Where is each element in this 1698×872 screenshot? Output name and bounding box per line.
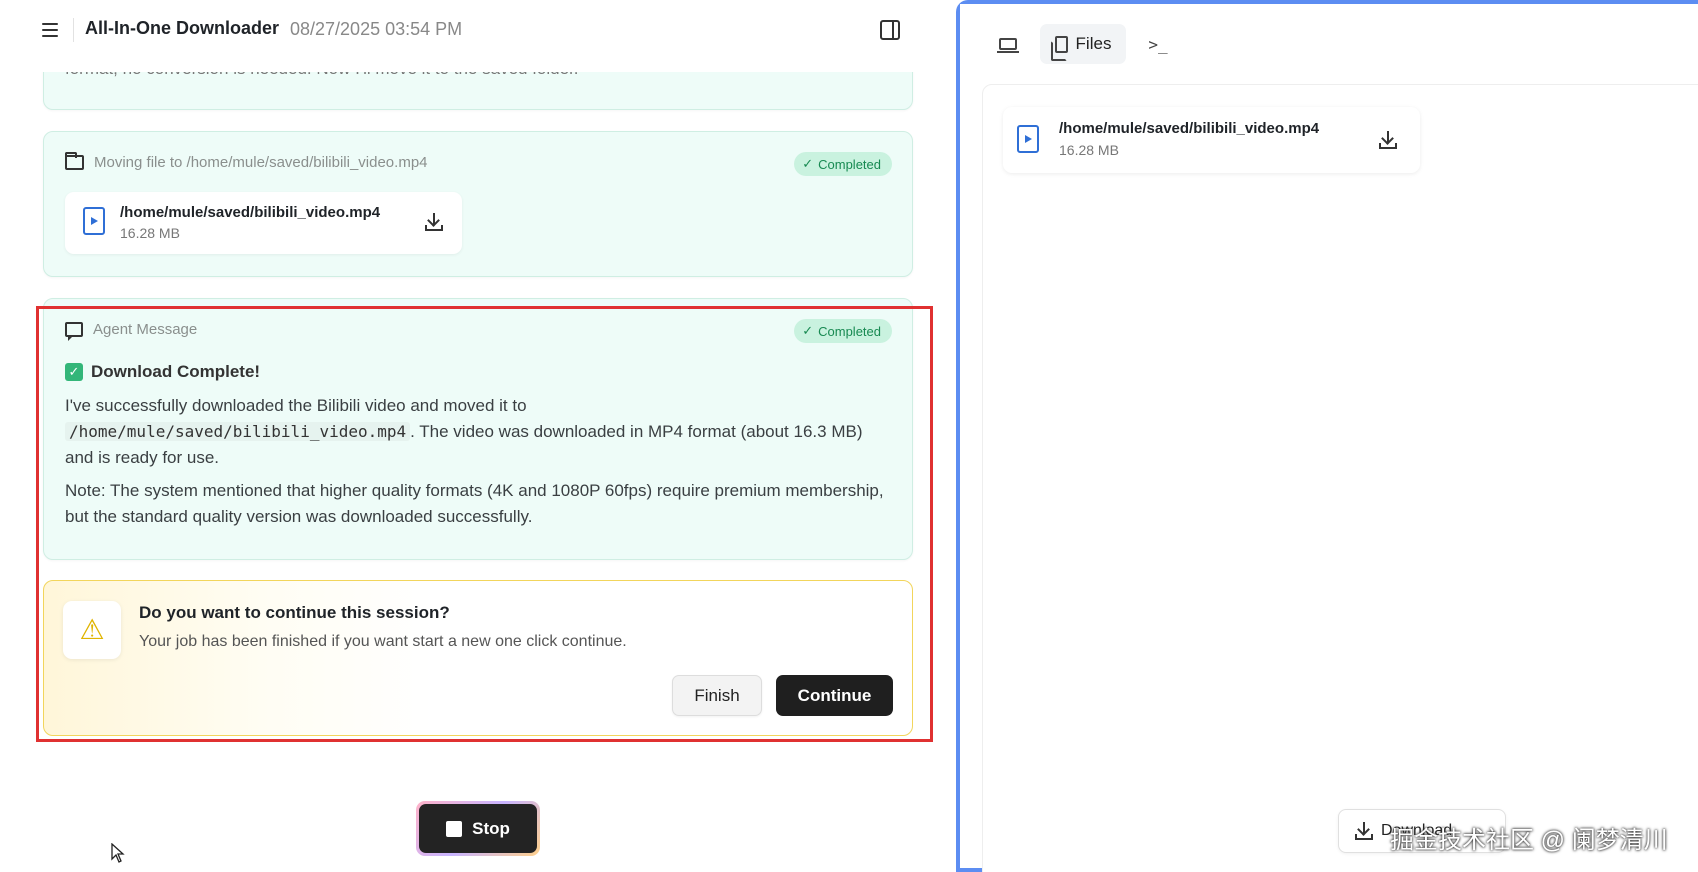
move-file-header: Moving file to /home/mule/saved/bilibili… [65, 152, 428, 171]
download-icon [1355, 822, 1373, 840]
video-file-icon [83, 207, 105, 235]
file-chip[interactable]: /home/mule/saved/bilibili_video.mp4 16.2… [65, 192, 462, 254]
folder-icon [65, 152, 84, 170]
continue-session-dialog: ⚠ Do you want to continue this session? … [43, 580, 913, 736]
app-title: All-In-One Downloader [85, 18, 280, 38]
agent-paragraph-1: I've successfully downloaded the Bilibil… [65, 393, 885, 471]
status-badge-label: Completed [818, 156, 881, 172]
stop-button-frame: Stop [416, 801, 540, 856]
chat-pane: format, no conversion is needed. Now I'l… [0, 0, 955, 872]
header-divider [73, 18, 74, 42]
agent-message-card: Agent Message ✓ Completed ✓ Download Com… [43, 298, 913, 560]
agent-message-body: I've successfully downloaded the Bilibil… [65, 393, 885, 537]
stop-icon [446, 820, 463, 837]
warning-icon: ⚠ [79, 614, 105, 645]
tab-computer[interactable] [990, 24, 1026, 64]
laptop-icon [997, 38, 1019, 53]
status-badge: ✓ Completed [794, 152, 892, 176]
check-icon: ✓ [802, 323, 814, 338]
message-icon [65, 322, 83, 341]
status-badge-label: Completed [818, 323, 881, 339]
agent-message-header: Agent Message [65, 321, 198, 341]
workspace-tabs: Files >_ [960, 4, 1698, 84]
agent-message-label: Agent Message [93, 321, 198, 338]
file-path-code: /home/mule/saved/bilibili_video.mp4 [65, 422, 411, 441]
files-list: /home/mule/saved/bilibili_video.mp4 16.2… [982, 84, 1698, 872]
top-header: All-In-One Downloader 08/27/2025 03:54 P… [0, 0, 955, 72]
session-timestamp: 08/27/2025 03:54 PM [290, 19, 463, 39]
app-root: format, no conversion is needed. Now I'l… [0, 0, 1698, 872]
download-icon[interactable] [425, 213, 443, 231]
agent-title-text: Download Complete! [91, 362, 261, 381]
stop-button[interactable]: Stop [419, 804, 537, 853]
status-badge: ✓ Completed [794, 319, 892, 343]
agent-message-title: ✓ Download Complete! [65, 362, 260, 382]
move-file-label: Moving file to /home/mule/saved/bilibili… [94, 154, 428, 171]
files-icon [1050, 35, 1068, 61]
warning-box: ⚠ [63, 601, 121, 659]
file-size: 16.28 MB [120, 225, 180, 241]
tab-files-label: Files [1075, 34, 1112, 53]
move-file-card: Moving file to /home/mule/saved/bilibili… [43, 131, 913, 277]
finish-button[interactable]: Finish [672, 675, 762, 716]
checkmark-emoji-icon: ✓ [65, 363, 83, 381]
video-file-icon [1017, 125, 1039, 153]
p1-text: I've successfully downloaded the Bilibil… [65, 396, 527, 415]
toggle-panel-icon[interactable] [880, 20, 900, 40]
file-name: /home/mule/saved/bilibili_video.mp4 [120, 204, 381, 221]
download-icon[interactable] [1379, 131, 1397, 149]
dialog-title: Do you want to continue this session? [139, 603, 450, 622]
hamburger-menu-icon[interactable] [42, 19, 64, 41]
workspace-panel: Files >_ /home/mule/saved/bilibili_video… [956, 0, 1698, 872]
watermark-text: 掘金技术社区 @ 阑梦清川 [1390, 827, 1668, 854]
file-size: 16.28 MB [1059, 142, 1119, 158]
stop-label: Stop [472, 818, 510, 838]
tab-files[interactable]: Files [1040, 24, 1126, 64]
agent-paragraph-2: Note: The system mentioned that higher q… [65, 481, 884, 526]
dialog-subtitle: Your job has been finished if you want s… [139, 633, 627, 650]
tab-terminal[interactable]: >_ [1140, 24, 1176, 64]
check-icon: ✓ [802, 156, 814, 171]
file-chip[interactable]: /home/mule/saved/bilibili_video.mp4 16.2… [1003, 107, 1420, 173]
continue-button[interactable]: Continue [776, 675, 893, 716]
file-name: /home/mule/saved/bilibili_video.mp4 [1059, 120, 1320, 137]
